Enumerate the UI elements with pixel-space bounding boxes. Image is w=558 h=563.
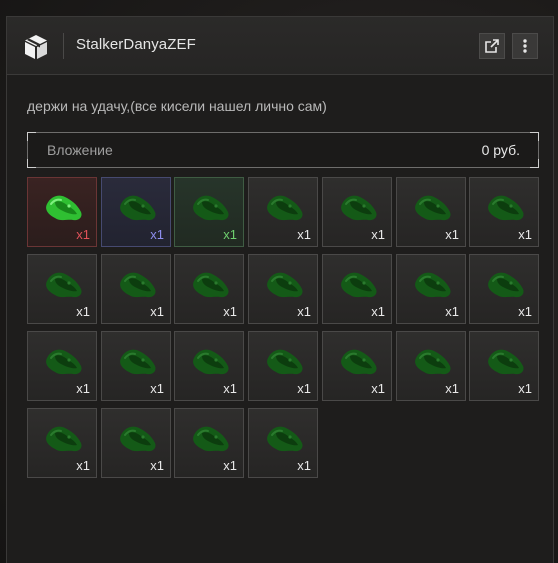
item-quantity: x1 bbox=[518, 227, 532, 242]
message-panel: StalkerDanyaZEF держи на удачу,(все кисе… bbox=[6, 16, 554, 563]
sender-name: StalkerDanyaZEF bbox=[76, 36, 196, 53]
item-quantity: x1 bbox=[445, 381, 459, 396]
item-quantity: x1 bbox=[150, 304, 164, 319]
corner-decor bbox=[27, 159, 36, 168]
green-artifact-icon bbox=[341, 349, 377, 375]
item-slot[interactable]: x1 bbox=[174, 331, 244, 401]
item-slot[interactable]: x1 bbox=[322, 177, 392, 247]
green-artifact-icon bbox=[193, 426, 229, 452]
corner-decor bbox=[530, 132, 539, 141]
item-slot[interactable]: x1 bbox=[27, 408, 97, 478]
item-quantity: x1 bbox=[371, 304, 385, 319]
header-divider bbox=[63, 33, 64, 59]
item-quantity: x1 bbox=[223, 227, 237, 242]
corner-decor bbox=[530, 159, 539, 168]
item-slot[interactable]: x1 bbox=[174, 254, 244, 324]
item-slot[interactable]: x1 bbox=[248, 177, 318, 247]
green-artifact-icon bbox=[488, 272, 524, 298]
green-artifact-icon bbox=[193, 349, 229, 375]
item-quantity: x1 bbox=[150, 227, 164, 242]
green-artifact-icon bbox=[193, 272, 229, 298]
green-artifact-icon bbox=[415, 272, 451, 298]
corner-decor bbox=[27, 132, 36, 141]
external-link-icon bbox=[485, 39, 499, 53]
item-slot[interactable]: x1 bbox=[469, 331, 539, 401]
more-vertical-icon bbox=[523, 39, 527, 53]
green-artifact-icon bbox=[267, 272, 303, 298]
green-artifact-icon bbox=[488, 349, 524, 375]
green-artifact-icon bbox=[120, 272, 156, 298]
item-slot[interactable]: x1 bbox=[248, 408, 318, 478]
item-slot[interactable]: x1 bbox=[396, 254, 466, 324]
item-slot[interactable]: x1 bbox=[27, 254, 97, 324]
item-quantity: x1 bbox=[223, 458, 237, 473]
item-quantity: x1 bbox=[150, 458, 164, 473]
item-quantity: x1 bbox=[518, 304, 532, 319]
more-options-button[interactable] bbox=[512, 33, 538, 59]
green-artifact-icon bbox=[120, 349, 156, 375]
item-quantity: x1 bbox=[297, 304, 311, 319]
open-external-button[interactable] bbox=[479, 33, 505, 59]
green-artifact-icon bbox=[341, 272, 377, 298]
item-quantity: x1 bbox=[445, 304, 459, 319]
green-artifact-icon bbox=[415, 195, 451, 221]
item-slot[interactable]: x1 bbox=[174, 408, 244, 478]
green-artifact-icon bbox=[46, 272, 82, 298]
green-artifact-icon bbox=[341, 195, 377, 221]
item-quantity: x1 bbox=[445, 227, 459, 242]
item-quantity: x1 bbox=[223, 381, 237, 396]
green-artifact-icon bbox=[46, 195, 82, 221]
item-quantity: x1 bbox=[150, 381, 164, 396]
green-artifact-icon bbox=[267, 349, 303, 375]
green-artifact-icon bbox=[193, 195, 229, 221]
item-slot[interactable]: x1 bbox=[27, 331, 97, 401]
item-slot[interactable]: x1 bbox=[322, 254, 392, 324]
item-slot[interactable]: x1 bbox=[469, 254, 539, 324]
item-quantity: x1 bbox=[297, 227, 311, 242]
green-artifact-icon bbox=[46, 349, 82, 375]
item-slot[interactable]: x1 bbox=[322, 331, 392, 401]
item-slot[interactable]: x1 bbox=[248, 254, 318, 324]
item-quantity: x1 bbox=[223, 304, 237, 319]
attachment-label: Вложение bbox=[47, 142, 113, 158]
green-artifact-icon bbox=[488, 195, 524, 221]
green-artifact-icon bbox=[120, 195, 156, 221]
item-slot[interactable]: x1 bbox=[101, 408, 171, 478]
green-artifact-icon bbox=[415, 349, 451, 375]
item-quantity: x1 bbox=[297, 381, 311, 396]
attachment-amount: 0 руб. bbox=[481, 142, 520, 158]
item-quantity: x1 bbox=[371, 227, 385, 242]
item-quantity: x1 bbox=[76, 458, 90, 473]
item-quantity: x1 bbox=[76, 304, 90, 319]
item-quantity: x1 bbox=[371, 381, 385, 396]
item-quantity: x1 bbox=[76, 227, 90, 242]
green-artifact-icon bbox=[46, 426, 82, 452]
item-slot[interactable]: x1 bbox=[174, 177, 244, 247]
message-text: держи на удачу,(все кисели нашел лично с… bbox=[27, 98, 327, 114]
green-artifact-icon bbox=[267, 195, 303, 221]
green-artifact-icon bbox=[267, 426, 303, 452]
item-slot[interactable]: x1 bbox=[396, 331, 466, 401]
box-icon bbox=[25, 35, 47, 59]
green-artifact-icon bbox=[120, 426, 156, 452]
item-quantity: x1 bbox=[76, 381, 90, 396]
item-slot[interactable]: x1 bbox=[396, 177, 466, 247]
item-slot[interactable]: x1 bbox=[27, 177, 97, 247]
item-quantity: x1 bbox=[518, 381, 532, 396]
panel-header: StalkerDanyaZEF bbox=[7, 17, 553, 75]
item-slot[interactable]: x1 bbox=[101, 331, 171, 401]
item-quantity: x1 bbox=[297, 458, 311, 473]
item-slot[interactable]: x1 bbox=[248, 331, 318, 401]
attachment-field: Вложение 0 руб. bbox=[27, 132, 539, 168]
item-slot[interactable]: x1 bbox=[101, 254, 171, 324]
item-slot[interactable]: x1 bbox=[101, 177, 171, 247]
item-slot[interactable]: x1 bbox=[469, 177, 539, 247]
